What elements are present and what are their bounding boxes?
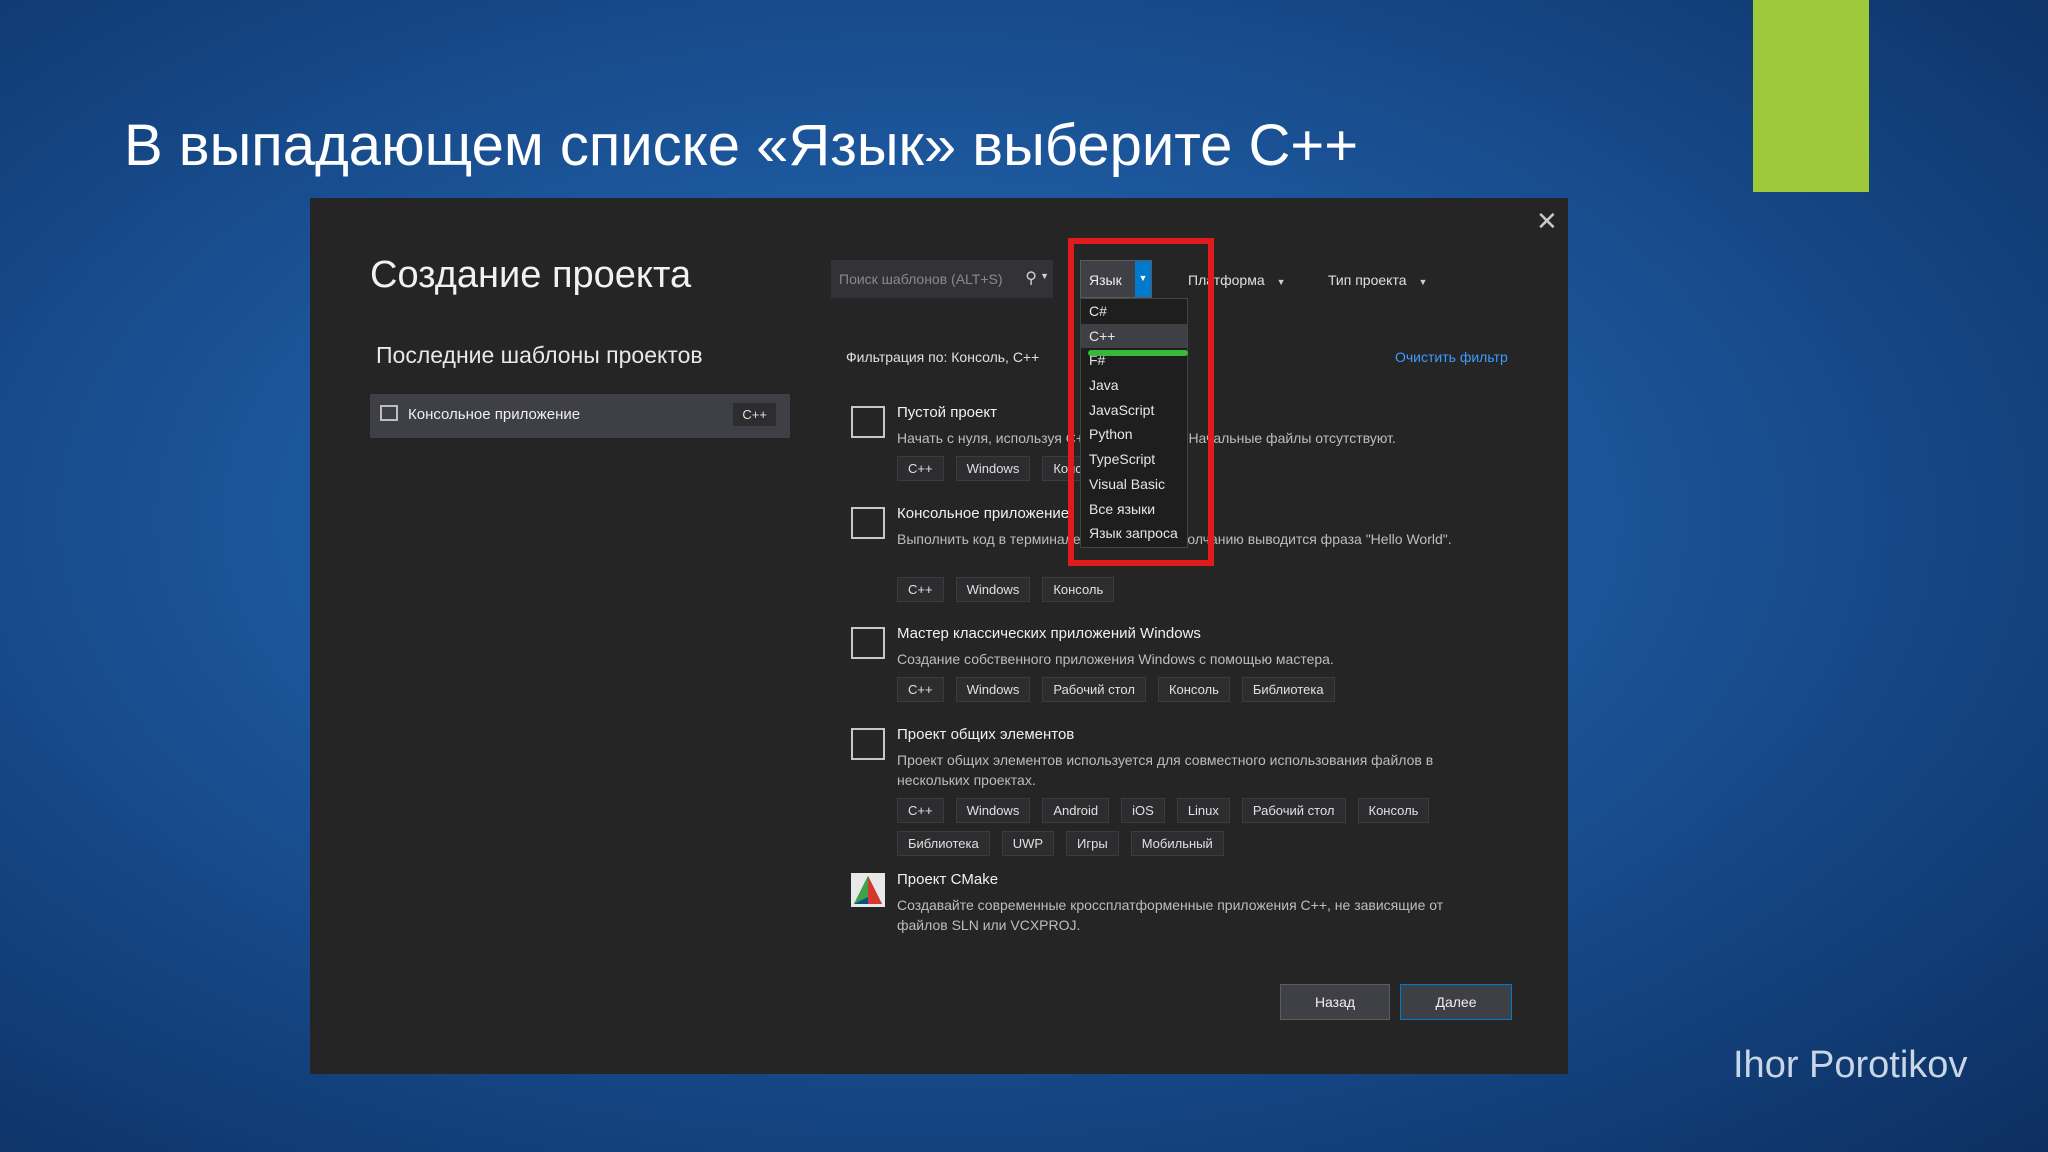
slide-title: В выпадающем списке «Язык» выберите С++ (124, 113, 1359, 178)
template-tag: UWP (1001, 831, 1055, 856)
template-tag: Android (1042, 798, 1110, 823)
template-tag: Windows (955, 577, 1031, 602)
shared-items-icon (851, 728, 885, 760)
author-name: Ihor Porotikov (1733, 1044, 1968, 1086)
template-name: Мастер классических приложений Windows (897, 625, 1201, 642)
template-name: Консольное приложение (897, 505, 1070, 522)
close-icon[interactable]: ✕ (1536, 206, 1558, 237)
chevron-down-icon: ▼ (1418, 277, 1428, 287)
clear-filter-link[interactable]: Очистить фильтр (1395, 349, 1508, 365)
template-tag: Игры (1066, 831, 1119, 856)
project-type-dropdown[interactable]: Тип проекта ▼ (1328, 272, 1427, 288)
template-tag: C++ (897, 577, 944, 602)
recent-templates-heading: Последние шаблоны проектов (376, 342, 703, 368)
template-tag: Консоль (1157, 677, 1230, 702)
template-name: Проект CMake (897, 871, 999, 888)
template-tag: Библиотека (1241, 677, 1335, 702)
console-app-icon (851, 507, 885, 539)
create-project-dialog: ✕ Создание проекта Последние шаблоны про… (310, 198, 1568, 1074)
back-button[interactable]: Назад (1280, 984, 1390, 1020)
accent-bar (1753, 0, 1869, 192)
project-type-dropdown-label: Тип проекта (1328, 272, 1407, 288)
template-description: Создание собственного приложения Windows… (897, 651, 1334, 667)
template-tag: Библиотека (897, 831, 990, 856)
template-name: Пустой проект (897, 404, 997, 421)
template-tag: Рабочий стол (1042, 677, 1146, 702)
template-tags: C++ Windows Консоль (897, 577, 1497, 602)
template-tag: Windows (955, 456, 1031, 481)
dialog-title: Создание проекта (370, 254, 692, 296)
template-tag: Консоль (1042, 577, 1115, 602)
template-tag: iOS (1121, 798, 1165, 823)
template-tag: C++ (897, 456, 944, 481)
chevron-down-icon: ▼ (1276, 277, 1286, 287)
template-tag: Мобильный (1130, 831, 1224, 856)
cmake-icon (851, 873, 885, 907)
recent-template-tag: C++ (733, 403, 776, 426)
template-tag: Windows (955, 798, 1031, 823)
template-tags: C++ Windows Рабочий стол Консоль Библиот… (897, 677, 1497, 702)
template-name: Проект общих элементов (897, 726, 1075, 743)
console-app-icon (380, 405, 398, 421)
template-tags: C++ Windows Android iOS Linux Рабочий ст… (897, 798, 1497, 856)
template-description: Создавайте современные кроссплатформенны… (897, 897, 1444, 933)
filter-label: Фильтрация по: Консоль, C++ (846, 349, 1040, 365)
template-tag: Windows (955, 677, 1031, 702)
chevron-down-icon[interactable]: ▼ (1040, 271, 1049, 281)
next-button[interactable]: Далее (1400, 984, 1512, 1020)
search-placeholder: Поиск шаблонов (ALT+S) (839, 271, 1003, 287)
empty-project-icon (851, 406, 885, 438)
template-search-input[interactable]: Поиск шаблонов (ALT+S) ⚲ ▼ (831, 260, 1053, 298)
desktop-wizard-icon (851, 627, 885, 659)
search-icon[interactable]: ⚲ (1025, 268, 1037, 288)
template-description: Проект общих элементов используется для … (897, 752, 1434, 788)
template-tag: Рабочий стол (1241, 798, 1346, 823)
template-tag: C++ (897, 677, 944, 702)
template-tag: Консоль (1357, 798, 1430, 823)
template-tag: C++ (897, 798, 944, 823)
recent-template-label: Консольное приложение (408, 406, 581, 423)
template-tag: Linux (1176, 798, 1230, 823)
highlight-box-annotation (1068, 238, 1214, 566)
recent-template-item[interactable]: Консольное приложение C++ (370, 394, 790, 438)
